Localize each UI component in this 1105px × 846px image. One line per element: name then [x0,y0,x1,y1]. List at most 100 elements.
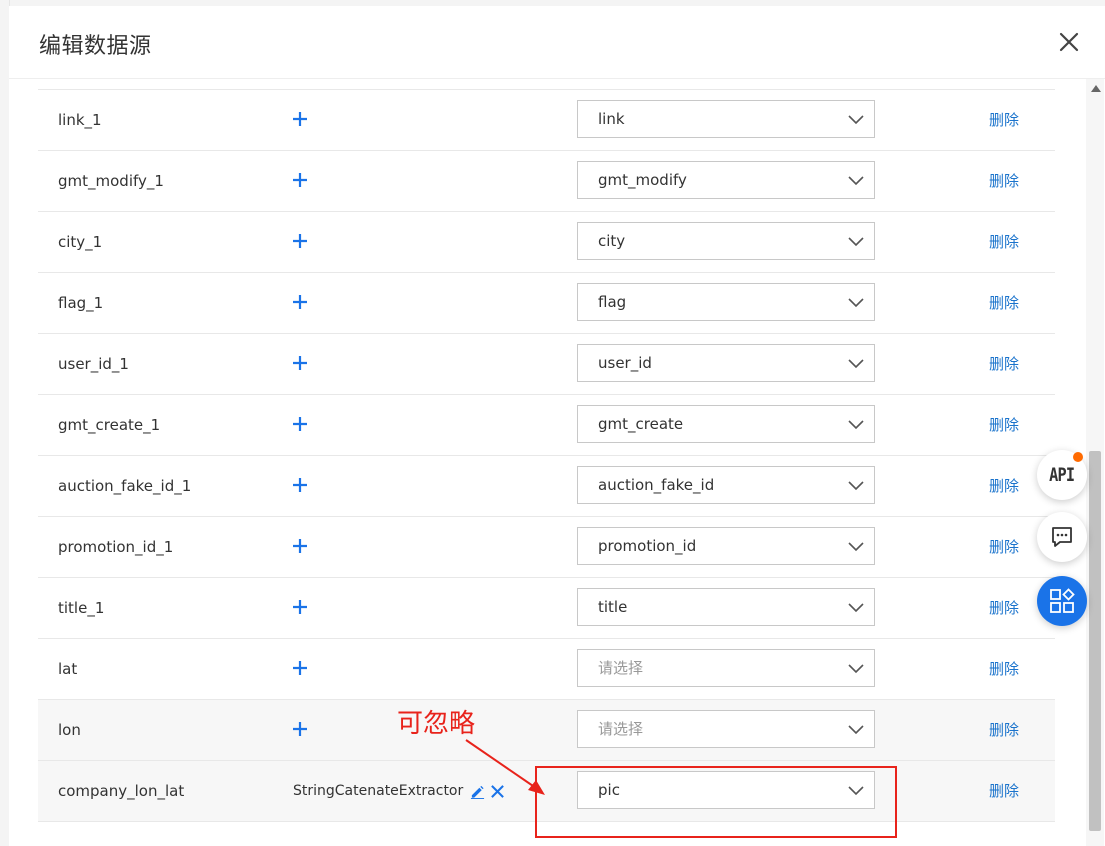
delete-link[interactable]: 删除 [989,334,1019,394]
table-row: city_1 city 删除 [38,212,1055,273]
field-name: promotion_id_1 [58,538,174,556]
mapping-select[interactable]: city [577,222,875,260]
select-value: flag [598,293,627,311]
mapping-select[interactable]: gmt_create [577,405,875,443]
field-name: gmt_modify_1 [58,172,164,190]
edit-datasource-dialog: 编辑数据源 link_1 link 删除 gmt_modify_1 gmt_mo… [9,6,1105,846]
select-value: title [598,598,628,616]
chevron-down-icon [848,664,864,674]
add-extractor-button[interactable] [291,537,309,555]
select-placeholder: 请选择 [598,659,644,677]
table-row: link_1 link 删除 [38,90,1055,151]
delete-link[interactable]: 删除 [989,578,1019,638]
mapping-select[interactable]: promotion_id [577,527,875,565]
plus-icon [293,112,307,126]
mapping-select[interactable]: 请选择 [577,649,875,687]
apps-button[interactable] [1037,576,1087,626]
api-button[interactable]: API [1037,450,1087,500]
close-button[interactable] [1055,28,1083,56]
select-value: auction_fake_id [598,476,715,494]
delete-link[interactable]: 删除 [989,700,1019,760]
add-extractor-button[interactable] [291,232,309,250]
chevron-down-icon [848,359,864,369]
mapping-select[interactable]: auction_fake_id [577,466,875,504]
mapping-select[interactable]: gmt_modify [577,161,875,199]
select-placeholder: 请选择 [598,720,644,738]
delete-link[interactable]: 删除 [989,90,1019,150]
field-mapping-table: link_1 link 删除 gmt_modify_1 gmt_modify 删… [38,79,1055,822]
add-extractor-button[interactable] [291,415,309,433]
add-extractor-button[interactable] [291,476,309,494]
select-value: gmt_modify [598,171,687,189]
remove-icon[interactable] [490,784,505,799]
add-extractor-button[interactable] [291,171,309,189]
add-extractor-button[interactable] [291,354,309,372]
annotation-highlight-box [535,766,897,838]
extractor-cell: StringCatenateExtractor [293,761,505,821]
plus-icon [293,600,307,614]
field-name: lat [58,660,78,678]
plus-icon [293,234,307,248]
chevron-down-icon [848,115,864,125]
delete-link[interactable]: 删除 [989,639,1019,699]
add-extractor-button[interactable] [291,293,309,311]
add-extractor-button[interactable] [291,659,309,677]
mapping-select[interactable]: 请选择 [577,710,875,748]
dialog-title: 编辑数据源 [39,34,152,59]
select-value: user_id [598,354,652,372]
scroll-up-arrow-icon[interactable] [1091,85,1101,92]
add-extractor-button[interactable] [291,110,309,128]
scrollbar-thumb[interactable] [1089,451,1101,831]
mapping-select[interactable]: flag [577,283,875,321]
dialog-header: 编辑数据源 [9,6,1105,79]
select-value: promotion_id [598,537,697,555]
table-row: user_id_1 user_id 删除 [38,334,1055,395]
delete-link[interactable]: 删除 [989,395,1019,455]
chevron-down-icon [848,237,864,247]
field-name: lon [58,721,81,739]
add-extractor-button[interactable] [291,598,309,616]
field-name: gmt_create_1 [58,416,161,434]
select-value: link [598,110,625,128]
table-row: lat 请选择 删除 [38,639,1055,700]
plus-icon [293,478,307,492]
vertical-scrollbar[interactable] [1086,79,1104,846]
delete-link[interactable]: 删除 [989,273,1019,333]
field-mapping-list: link_1 link 删除 gmt_modify_1 gmt_modify 删… [9,79,1084,846]
mapping-select[interactable]: title [577,588,875,626]
edit-icon[interactable] [470,784,485,799]
chevron-down-icon [848,420,864,430]
table-row: title_1 title 删除 [38,578,1055,639]
table-row [38,79,1055,90]
field-name: title_1 [58,599,105,617]
field-name: company_lon_lat [58,782,185,800]
add-extractor-button[interactable] [291,720,309,738]
plus-icon [293,295,307,309]
delete-link[interactable]: 删除 [989,151,1019,211]
extractor-name: StringCatenateExtractor [293,783,464,799]
table-row: lon 请选择 删除 [38,700,1055,761]
table-row: auction_fake_id_1 auction_fake_id 删除 [38,456,1055,517]
select-value: city [598,232,626,250]
delete-link[interactable]: 删除 [989,456,1019,516]
plus-icon [293,539,307,553]
chat-button[interactable] [1037,512,1087,562]
delete-link[interactable]: 删除 [989,517,1019,577]
annotation-label: 可忽略 [397,709,476,739]
chevron-down-icon [848,481,864,491]
chevron-down-icon [848,542,864,552]
table-row: gmt_create_1 gmt_create 删除 [38,395,1055,456]
delete-link[interactable]: 删除 [989,212,1019,272]
plus-icon [293,722,307,736]
delete-link[interactable]: 删除 [989,761,1019,821]
field-name: auction_fake_id_1 [58,477,192,495]
table-row: promotion_id_1 promotion_id 删除 [38,517,1055,578]
chat-icon [1052,527,1072,547]
plus-icon [293,661,307,675]
mapping-select[interactable]: user_id [577,344,875,382]
field-name: flag_1 [58,294,104,312]
field-name: city_1 [58,233,103,251]
mapping-select[interactable]: link [577,100,875,138]
api-label: API [1049,464,1075,486]
select-value: gmt_create [598,415,684,433]
